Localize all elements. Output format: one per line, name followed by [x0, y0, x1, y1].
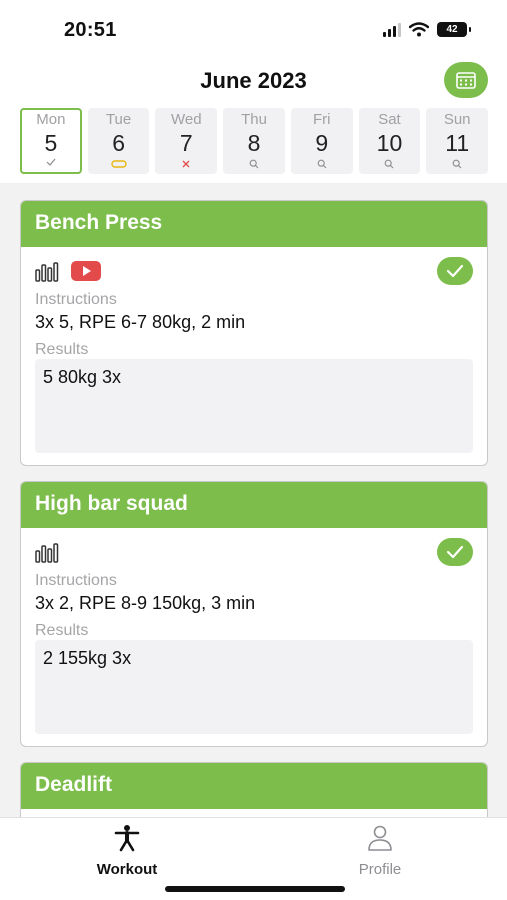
day-sun[interactable]: Sun 11 [426, 108, 489, 174]
complete-button[interactable] [437, 538, 473, 566]
check-icon [46, 158, 56, 166]
pill-icon [110, 160, 127, 168]
signal-icon [383, 22, 401, 37]
battery-icon: 42 [437, 22, 471, 37]
day-name: Mon [36, 111, 66, 128]
exercise-card: Bench Press Instructions 3x 5, RPE 6-7 8… [20, 200, 488, 466]
complete-button[interactable] [437, 257, 473, 285]
day-number: 7 [179, 130, 193, 156]
week-strip: Mon 5 Tue 6 Wed 7 Thu 8 Fri 9 Sat 10 Sun… [20, 108, 489, 174]
tab-bar: Workout Profile [0, 817, 507, 900]
day-number: 10 [376, 130, 403, 156]
status-icons: 42 [383, 22, 471, 37]
exercise-title: High bar squad [21, 482, 487, 528]
day-name: Fri [313, 111, 331, 128]
results-label: Results [35, 622, 89, 639]
stats-icon[interactable] [35, 541, 59, 563]
calendar-icon [456, 72, 476, 89]
instructions-text: 3x 5, RPE 6-7 80kg, 2 min [35, 312, 246, 332]
exercise-title: Deadlift [21, 763, 487, 809]
cross-icon [182, 160, 190, 168]
day-name: Sat [378, 111, 401, 128]
tab-profile[interactable]: Profile [320, 824, 440, 878]
day-name: Sun [443, 111, 471, 128]
search-icon [249, 159, 259, 169]
status-bar: 20:51 42 [0, 0, 507, 60]
wifi-icon [409, 22, 429, 37]
status-time: 20:51 [64, 19, 117, 41]
day-name: Thu [241, 111, 267, 128]
workout-list[interactable]: Bench Press Instructions 3x 5, RPE 6-7 8… [0, 183, 507, 817]
results-input[interactable]: 2 155kg 3x [35, 640, 473, 734]
check-icon [446, 545, 464, 559]
day-sat[interactable]: Sat 10 [358, 108, 421, 174]
day-number: 5 [44, 130, 58, 156]
search-icon [452, 159, 462, 169]
instructions-label: Instructions [35, 572, 117, 589]
day-number: 9 [315, 130, 329, 156]
home-indicator [165, 886, 345, 892]
exercise-title: Bench Press [21, 201, 487, 247]
results-input[interactable]: 5 80kg 3x [35, 359, 473, 453]
profile-icon [368, 825, 392, 851]
exercise-card: High bar squad Instructions 3x 2, RPE 8-… [20, 481, 488, 747]
tab-workout[interactable]: Workout [67, 824, 187, 878]
day-mon[interactable]: Mon 5 [20, 108, 82, 174]
day-number: 8 [247, 130, 261, 156]
instructions-label: Instructions [35, 291, 117, 308]
day-number: 6 [112, 130, 125, 156]
check-icon [446, 264, 464, 278]
search-icon [317, 159, 327, 169]
day-fri[interactable]: Fri 9 [290, 108, 353, 174]
day-name: Tue [105, 111, 132, 128]
instructions-text: 3x 2, RPE 8-9 150kg, 3 min [35, 593, 256, 613]
search-icon [385, 159, 394, 169]
calendar-button[interactable] [444, 62, 488, 98]
month-title: June 2023 [200, 68, 307, 93]
person-icon [114, 825, 140, 852]
results-label: Results [35, 341, 89, 358]
day-tue[interactable]: Tue 6 [87, 108, 150, 174]
tab-label: Profile [358, 861, 402, 878]
youtube-icon[interactable] [71, 261, 101, 281]
day-number: 11 [445, 130, 470, 156]
day-name: Wed [171, 111, 202, 128]
exercise-card: Deadlift [20, 762, 488, 817]
tab-label: Workout [96, 861, 158, 878]
stats-icon[interactable] [35, 260, 59, 282]
day-wed[interactable]: Wed 7 [155, 108, 218, 174]
day-thu[interactable]: Thu 8 [223, 108, 285, 174]
